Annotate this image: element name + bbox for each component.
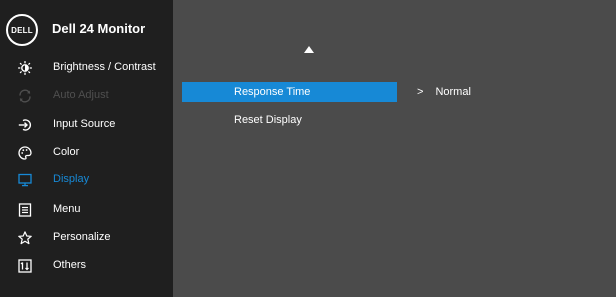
- menu-item-label: Personalize: [53, 231, 111, 243]
- menu-item-label: Others: [53, 259, 87, 271]
- option-response-time[interactable]: Response Time: [182, 82, 397, 102]
- option-reset-display[interactable]: Reset Display: [182, 110, 397, 130]
- response-time-value[interactable]: > Normal: [417, 86, 471, 98]
- menu-item-menu[interactable]: Menu: [0, 198, 173, 222]
- menu-item-others[interactable]: Others: [0, 254, 173, 278]
- brightness-icon: [18, 61, 32, 75]
- menu-item-input-source[interactable]: Input Source: [0, 113, 173, 137]
- chevron-right-icon: >: [417, 86, 424, 98]
- dell-logo: DELL: [6, 14, 38, 46]
- menu-item-display[interactable]: Display: [0, 168, 173, 192]
- monitor-osd: DELL Dell 24 Monitor Brightness / Contra…: [0, 0, 616, 297]
- monitor-title: Dell 24 Monitor: [52, 21, 146, 36]
- color-palette-icon: [18, 146, 32, 160]
- display-icon: [18, 173, 32, 187]
- menu-item-color[interactable]: Color: [0, 141, 173, 165]
- menu-item-personalize[interactable]: Personalize: [0, 226, 173, 250]
- menu-item-brightness-contrast[interactable]: Brightness / Contrast: [0, 56, 173, 80]
- menu-item-label: Input Source: [53, 118, 116, 130]
- menu-icon: [18, 203, 32, 217]
- menu-item-label: Auto Adjust: [53, 89, 109, 101]
- display-submenu-panel: Response Time Reset Display > Normal: [173, 0, 616, 297]
- others-icon: [18, 259, 32, 273]
- menu-item-auto-adjust: Auto Adjust: [0, 84, 173, 108]
- menu-item-label: Color: [53, 146, 80, 158]
- star-icon: [18, 231, 32, 245]
- menu-item-label: Display: [53, 173, 90, 185]
- menu-item-label: Menu: [53, 203, 81, 215]
- auto-adjust-icon: [18, 89, 32, 103]
- option-label: Reset Display: [234, 114, 302, 126]
- menu-item-label: Brightness / Contrast: [53, 61, 156, 73]
- osd-header: DELL Dell 24 Monitor: [0, 0, 173, 56]
- input-source-icon: [18, 118, 32, 132]
- sidebar: DELL Dell 24 Monitor Brightness / Contra…: [0, 0, 173, 297]
- response-time-value-text: Normal: [435, 86, 471, 98]
- option-label: Response Time: [234, 86, 311, 98]
- scroll-up-icon[interactable]: [304, 46, 314, 53]
